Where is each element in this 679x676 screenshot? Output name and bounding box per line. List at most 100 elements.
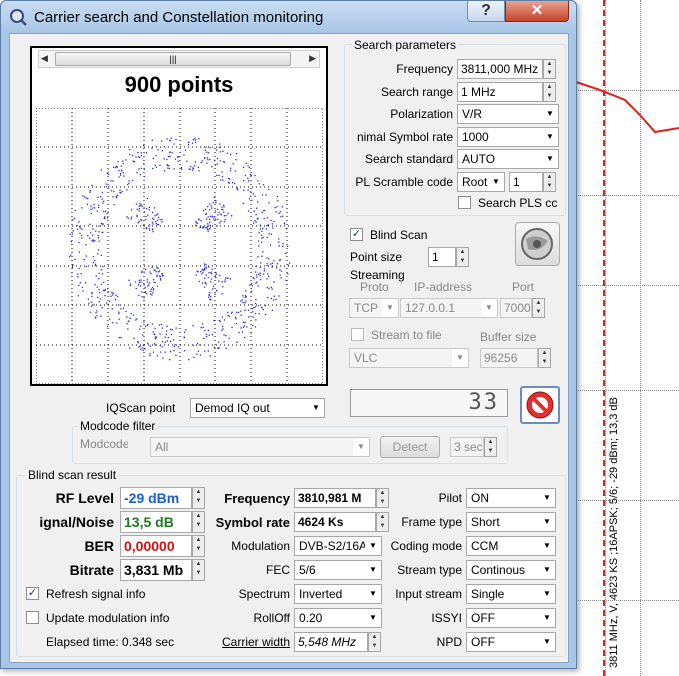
stream-type-select[interactable]: Continous ▼ bbox=[466, 560, 556, 580]
rf-level-spinner[interactable]: ▲ ▼ bbox=[192, 487, 205, 509]
chevron-down-icon: ▼ bbox=[539, 489, 555, 507]
constellation-point bbox=[213, 346, 216, 349]
constellation-point bbox=[259, 228, 261, 230]
frequency-spinner[interactable]: ▲ ▼ bbox=[543, 59, 556, 79]
constellation-point bbox=[77, 295, 79, 297]
constellation-point bbox=[215, 276, 217, 279]
constellation-point bbox=[123, 175, 125, 177]
symbol-rate-select[interactable]: 1000 ▼ bbox=[457, 127, 559, 147]
constellation-point bbox=[175, 138, 177, 141]
polarization-select[interactable]: V/R ▼ bbox=[457, 104, 559, 124]
constellation-point bbox=[115, 166, 117, 168]
result-frequency-spinner[interactable]: ▲ ▼ bbox=[376, 488, 389, 508]
update-modulation-checkbox[interactable] bbox=[26, 611, 39, 624]
refresh-signal-checkbox[interactable]: ✓ bbox=[26, 587, 39, 600]
constellation-point bbox=[159, 219, 161, 221]
constellation-point bbox=[118, 169, 120, 172]
constellation-point bbox=[200, 161, 202, 164]
rolloff-select[interactable]: 0.20 ▼ bbox=[294, 608, 382, 628]
constellation-point bbox=[262, 251, 264, 253]
title-bar[interactable]: Carrier search and Constellation monitor… bbox=[1, 1, 576, 33]
ip-select[interactable]: 127.0.0.1 ▼ bbox=[400, 298, 498, 318]
player-select[interactable]: VLC ▼ bbox=[349, 348, 469, 368]
chevron-down-icon: ▼ bbox=[488, 173, 504, 191]
constellation-point bbox=[112, 294, 114, 296]
constellation-point bbox=[140, 219, 142, 221]
constellation-point bbox=[157, 217, 160, 219]
frequency-input[interactable]: 3811,000 MHz bbox=[457, 59, 543, 79]
scroll-thumb[interactable]: ||| bbox=[55, 52, 291, 66]
constellation-point bbox=[223, 161, 226, 163]
constellation-point bbox=[144, 348, 146, 350]
help-button[interactable]: ? bbox=[467, 1, 505, 22]
constellation-point bbox=[135, 287, 137, 290]
carrier-width-spinner[interactable]: ▲ ▼ bbox=[368, 632, 381, 652]
constellation-point bbox=[100, 269, 102, 271]
port-spinner[interactable]: ▲ ▼ bbox=[532, 298, 545, 318]
modcode-select[interactable]: All ▼ bbox=[150, 437, 370, 457]
constellation-point bbox=[143, 176, 145, 178]
modulation-select[interactable]: DVB-S2/16A ▼ bbox=[294, 536, 382, 556]
search-range-spinner[interactable]: ▲ ▼ bbox=[543, 82, 556, 102]
buffer-size-spinner[interactable]: ▲ ▼ bbox=[538, 348, 551, 368]
constellation-point bbox=[258, 232, 260, 234]
constellation-point bbox=[180, 167, 183, 169]
constellation-point bbox=[236, 187, 238, 189]
constellation-point bbox=[195, 139, 197, 141]
constellation-point bbox=[129, 284, 131, 287]
iqscan-select[interactable]: Demod IQ out ▼ bbox=[190, 398, 325, 418]
pls-mode-select[interactable]: Root ▼ bbox=[457, 172, 505, 192]
search-range-input[interactable]: 1 MHz bbox=[457, 82, 543, 102]
constellation-point bbox=[100, 169, 102, 171]
pls-code-spinner[interactable]: ▲ ▼ bbox=[543, 172, 556, 192]
satellite-dish-button[interactable] bbox=[515, 222, 560, 266]
buffer-size-input[interactable]: 96256 bbox=[480, 348, 538, 368]
pls-code-input[interactable]: 1 bbox=[509, 172, 543, 192]
npd-select[interactable]: OFF ▼ bbox=[466, 632, 556, 652]
constellation-point bbox=[164, 336, 166, 338]
constellation-point bbox=[99, 298, 101, 300]
constellation-point bbox=[262, 227, 264, 230]
constellation-point bbox=[276, 195, 278, 198]
constellation-point bbox=[288, 262, 291, 264]
constellation-point bbox=[112, 180, 114, 182]
pilot-select[interactable]: ON ▼ bbox=[466, 488, 556, 508]
constellation-point bbox=[163, 146, 166, 148]
stop-button[interactable] bbox=[520, 386, 560, 424]
constellation-point bbox=[106, 212, 108, 215]
constellation-point bbox=[251, 308, 254, 310]
coding-mode-select[interactable]: CCM ▼ bbox=[466, 536, 556, 556]
sec-spinner[interactable]: ▲ ▼ bbox=[484, 437, 497, 457]
issyi-select[interactable]: OFF ▼ bbox=[466, 608, 556, 628]
constellation-point bbox=[113, 190, 115, 193]
close-button[interactable]: ✕ bbox=[505, 1, 569, 22]
constellation-point bbox=[225, 347, 227, 349]
ber-spinner[interactable]: ▲ ▼ bbox=[192, 535, 205, 557]
stream-to-file-checkbox[interactable] bbox=[351, 328, 364, 341]
point-size-spinner[interactable]: ▲ ▼ bbox=[456, 247, 469, 267]
port-input[interactable]: 7000 bbox=[500, 298, 532, 318]
fec-select[interactable]: 5/6 ▼ bbox=[294, 560, 382, 580]
point-size-input[interactable]: 1 bbox=[428, 247, 456, 267]
result-title: Blind scan result bbox=[26, 468, 119, 482]
frame-type-select[interactable]: Short ▼ bbox=[466, 512, 556, 532]
signal-noise-spinner[interactable]: ▲ ▼ bbox=[192, 511, 205, 533]
sec-input[interactable]: 3 sec bbox=[450, 437, 484, 457]
constellation-point bbox=[241, 299, 243, 301]
constellation-scrollbar[interactable]: ◀ ||| ▶ bbox=[38, 50, 320, 68]
search-pls-checkbox[interactable] bbox=[458, 196, 471, 209]
constellation-point bbox=[106, 172, 108, 174]
result-symbol-rate-spinner[interactable]: ▲ ▼ bbox=[376, 512, 389, 532]
input-stream-select[interactable]: Single ▼ bbox=[466, 584, 556, 604]
spectrum-select[interactable]: Inverted ▼ bbox=[294, 584, 382, 604]
scroll-right-icon[interactable]: ▶ bbox=[309, 53, 316, 64]
constellation-point bbox=[122, 163, 124, 165]
search-standard-select[interactable]: AUTO ▼ bbox=[457, 149, 559, 169]
constellation-point bbox=[129, 347, 131, 349]
detect-button[interactable]: Detect bbox=[380, 436, 440, 458]
constellation-point bbox=[144, 291, 147, 294]
bitrate-spinner[interactable]: ▲ ▼ bbox=[192, 559, 205, 581]
scroll-left-icon[interactable]: ◀ bbox=[41, 53, 48, 64]
proto-select[interactable]: TCP ▼ bbox=[349, 298, 399, 318]
blind-scan-checkbox[interactable]: ✓ bbox=[350, 228, 363, 241]
